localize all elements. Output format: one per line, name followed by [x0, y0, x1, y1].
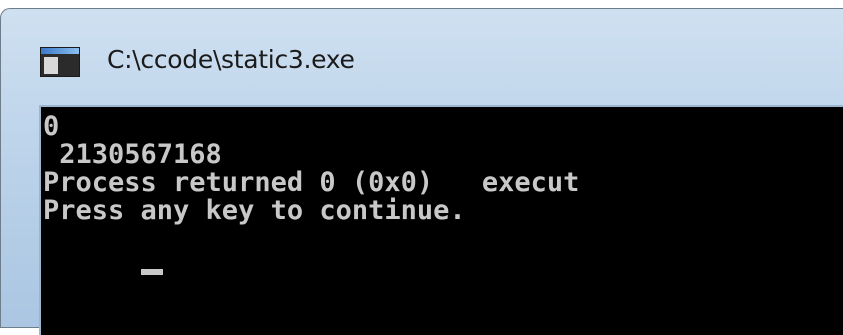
text-cursor [140, 269, 163, 275]
console-window-icon[interactable] [40, 47, 80, 77]
console-line: 0 [43, 111, 60, 142]
window-title: C:\ccode\static3.exe [107, 45, 355, 74]
console-line: Process returned 0 (0x0) execut [43, 167, 580, 198]
console-window: C:\ccode\static3.exe 0 2130567168 Proces… [0, 8, 843, 335]
title-bar[interactable]: C:\ccode\static3.exe [1, 9, 843, 103]
console-line: Press any key to continue. [43, 195, 466, 226]
console-cursor-line [43, 225, 843, 275]
console-output[interactable]: 0 2130567168 Process returned 0 (0x0) ex… [39, 105, 843, 335]
console-line: 2130567168 [43, 139, 222, 170]
